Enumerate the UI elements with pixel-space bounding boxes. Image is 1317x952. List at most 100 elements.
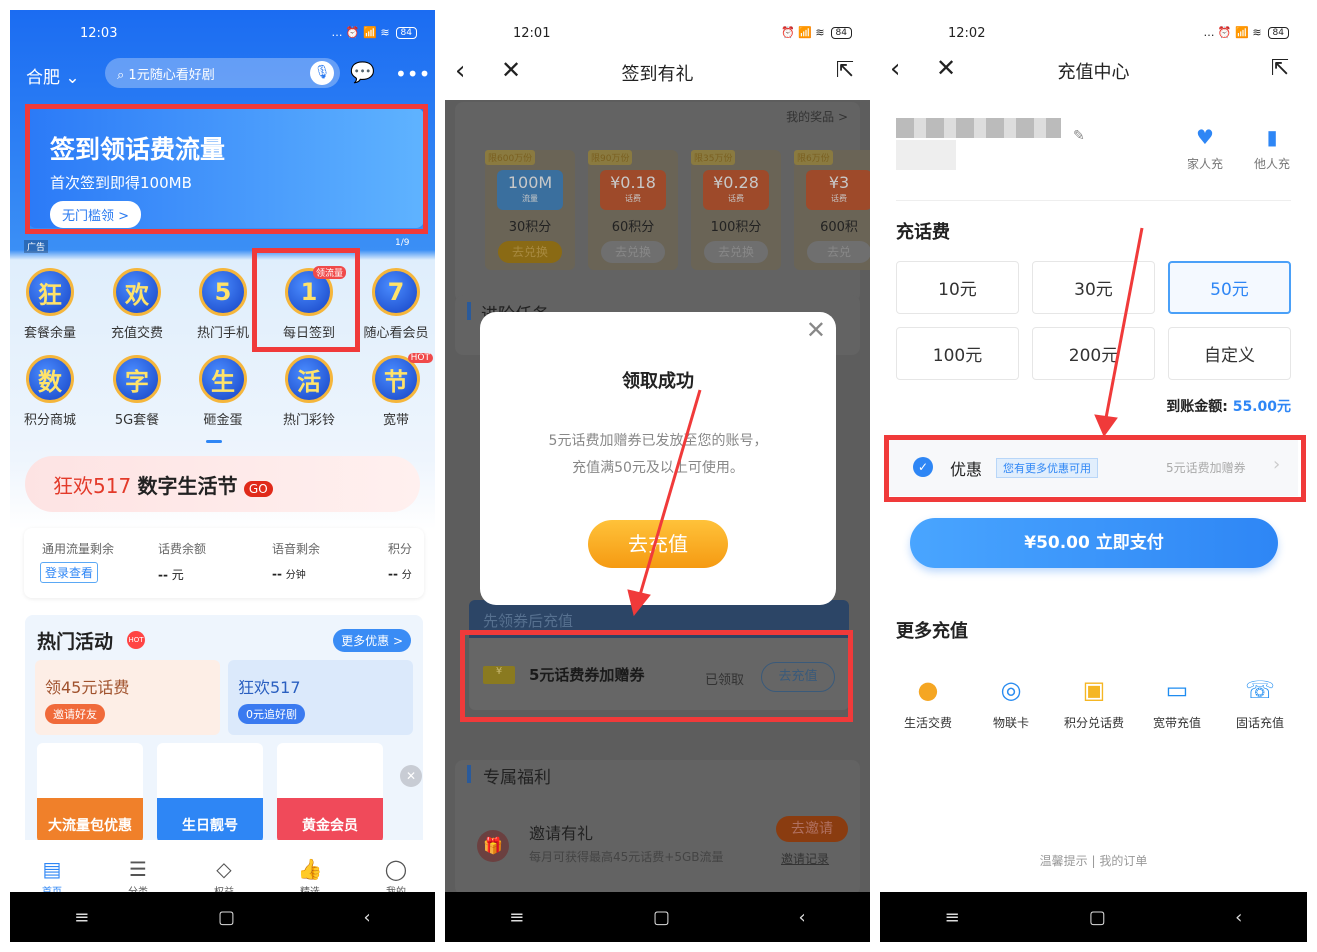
tips-link[interactable]: 温馨提示 (1040, 854, 1088, 868)
banner-pager: 1/9 (395, 238, 410, 248)
system-nav-bar: ≡ ▢ ‹ (10, 892, 435, 942)
pay-button[interactable]: ¥50.00 立即支付 (910, 518, 1278, 568)
grid-item[interactable]: 狂套餐余量 (10, 268, 93, 341)
tile-data-pack[interactable]: 大流量包优惠 (37, 743, 143, 843)
more-recharge-item[interactable]: ☏ 固话充值 (1218, 672, 1302, 731)
exchange-button[interactable]: 去兑 (807, 241, 870, 263)
status-time: 12:02 (948, 26, 986, 41)
family-recharge[interactable]: ♥ 家人充 (1180, 125, 1230, 172)
close-float-icon[interactable]: ✕ (400, 765, 422, 787)
chat-icon[interactable]: 💬 (350, 60, 375, 84)
grid-icon: 数 (26, 355, 74, 403)
modal-recharge-button[interactable]: 去充值 (588, 520, 728, 568)
exchange-button[interactable]: 去兑换 (498, 241, 562, 263)
back-nav-icon[interactable]: ‹ (1235, 907, 1242, 928)
recharge-type-icon: ◎ (1000, 676, 1022, 704)
family-icon: ♥ (1196, 125, 1214, 149)
panel-home: 12:03 … ⏰ 📶 ≋ 84 合肥 ⌄ ⌕ 1元随心看好剧 🎙 💬 ••• 签到… (10, 10, 435, 942)
home-square-icon[interactable]: ▢ (653, 907, 670, 928)
highlight-box (252, 248, 360, 352)
back-nav-icon[interactable]: ‹ (364, 907, 371, 928)
exchange-button[interactable]: 去兑换 (601, 241, 665, 263)
orders-link[interactable]: 我的订单 (1099, 854, 1147, 868)
grid-item[interactable]: 字 5G套餐 (94, 355, 180, 428)
tile-gold-member[interactable]: 黄金会员 (277, 743, 383, 843)
recharge-type-icon: ● (917, 676, 939, 704)
phone-number-blurred (896, 118, 1061, 138)
grid-item[interactable]: 活热门彩铃 (266, 355, 352, 428)
menu-icon[interactable]: ≡ (509, 907, 524, 928)
system-nav-bar: ≡ ▢ ‹ (445, 892, 870, 942)
back-nav-icon[interactable]: ‹ (799, 907, 806, 928)
grid-item[interactable]: 欢充值交费 (94, 268, 180, 341)
exchange-button[interactable]: 去兑换 (704, 241, 768, 263)
grid-icon: 5 (199, 268, 247, 316)
microphone-icon[interactable]: 🎙 (310, 61, 334, 85)
menu-icon[interactable]: ≡ (74, 907, 89, 928)
invite-button[interactable]: 去邀请 (776, 816, 848, 842)
grid-icon: 7 (372, 268, 420, 316)
amount-option[interactable]: 100元 (896, 327, 1019, 380)
success-modal: ✕ 领取成功 5元话费加赠券已发放至您的账号， 充值满50元及以上可使用。 去充… (480, 312, 836, 605)
city-selector[interactable]: 合肥 ⌄ (26, 63, 80, 88)
contacts-icon: ▮ (1266, 125, 1278, 149)
search-icon: ⌕ (117, 68, 125, 83)
more-recharge-item[interactable]: ▣ 积分兑话费 (1052, 672, 1136, 731)
more-offers-button[interactable]: 更多优惠 > (333, 629, 411, 652)
amount-option[interactable]: 自定义 (1168, 327, 1291, 380)
home-square-icon[interactable]: ▢ (1089, 907, 1106, 928)
search-input[interactable]: ⌕ 1元随心看好剧 🎙 (105, 58, 340, 88)
grid-icon: 字 (113, 355, 161, 403)
prize-card[interactable]: 限35万份 ¥0.28 话费 100积分 去兑换 (691, 150, 781, 270)
carnival-card[interactable]: 狂欢517 0元追好剧 (228, 660, 413, 735)
diamond-icon: ◇ (216, 857, 232, 881)
prize-card[interactable]: 限90万份 ¥0.18 话费 60积分 去兑换 (588, 150, 678, 270)
more-recharge-item[interactable]: ▭ 宽带充值 (1135, 672, 1219, 731)
grid-icon: 狂 (26, 268, 74, 316)
more-recharge-item[interactable]: ● 生活交费 (886, 672, 970, 731)
panel-recharge: 12:02 … ⏰ 📶 ≋ 84 ‹ ✕ 充值中心 ⇱ ✎ ♥ 家人充 ▮ 他人充 充… (880, 10, 1307, 942)
grid-item[interactable]: 数积分商城 (10, 355, 93, 428)
login-button[interactable]: 登录查看 (40, 562, 99, 583)
thumbs-up-icon: 👍 (297, 857, 323, 881)
highlight-box (884, 435, 1306, 502)
status-icons: … ⏰ 📶 ≋ 84 (1203, 26, 1289, 39)
tile-birthday-number[interactable]: 生日靓号 (157, 743, 263, 843)
more-recharge-item[interactable]: ◎ 物联卡 (969, 672, 1053, 731)
footer-links: 温馨提示 | 我的订单 (1039, 854, 1148, 868)
amount-option[interactable]: 10元 (896, 261, 1019, 314)
ad-tag: 广告 (24, 240, 49, 253)
system-nav-bar: ≡ ▢ ‹ (880, 892, 1307, 942)
account-card: 通用流量剩余 登录查看 话费余额 -- 元 语音剩余 -- 分钟 积分 -- 分 (24, 528, 424, 598)
panel-signin: 12:01 ⏰ 📶 ≋ 84 ‹ ✕ 签到有礼 ⇱ 我的奖品 > 限600万份 10… (445, 10, 870, 942)
share-icon[interactable]: ⇱ (836, 58, 854, 83)
share-icon[interactable]: ⇱ (1271, 56, 1289, 81)
amount-option[interactable]: 30元 (1032, 261, 1155, 314)
other-recharge[interactable]: ▮ 他人充 (1247, 125, 1297, 172)
menu-icon[interactable]: ≡ (945, 907, 960, 928)
promo-banner[interactable]: 狂欢517 数字生活节 GO (25, 456, 420, 512)
grid-icon: 欢 (113, 268, 161, 316)
invite-record-link[interactable]: 邀请记录 (781, 850, 829, 867)
grid-item[interactable]: 节宽带 HOT (353, 353, 435, 428)
prize-card[interactable]: 限6万份 ¥3 话费 600积 去兑 (794, 150, 870, 270)
gift-icon: 🎁 (477, 830, 509, 862)
grid-icon: 生 (199, 355, 247, 403)
status-icons: ⏰ 📶 ≋ 84 (781, 26, 852, 39)
modal-close-icon[interactable]: ✕ (806, 316, 826, 344)
edit-icon[interactable]: ✎ (1073, 128, 1085, 144)
invite-card[interactable]: 领45元话费 邀请好友 (35, 660, 220, 735)
pager-indicator (206, 440, 222, 443)
user-icon: ◯ (384, 857, 408, 881)
my-prizes-link[interactable]: 我的奖品 > (786, 108, 848, 125)
amount-option[interactable]: 50元 (1168, 261, 1291, 314)
grid-item[interactable]: 生砸金蛋 (180, 355, 266, 428)
hot-activities: 热门活动 HOT 更多优惠 > 领45元话费 邀请好友 狂欢517 0元追好剧 … (25, 615, 423, 855)
prize-card[interactable]: 限600万份 100M 流量 30积分 去兑换 (485, 150, 575, 270)
home-square-icon[interactable]: ▢ (218, 907, 235, 928)
grid-item[interactable]: 7 随心看会员 (353, 268, 435, 341)
more-icon[interactable]: ••• (395, 62, 430, 86)
recharge-type-icon: ▭ (1165, 676, 1189, 704)
recharge-type-icon: ☏ (1244, 676, 1275, 704)
amount-option[interactable]: 200元 (1032, 327, 1155, 380)
